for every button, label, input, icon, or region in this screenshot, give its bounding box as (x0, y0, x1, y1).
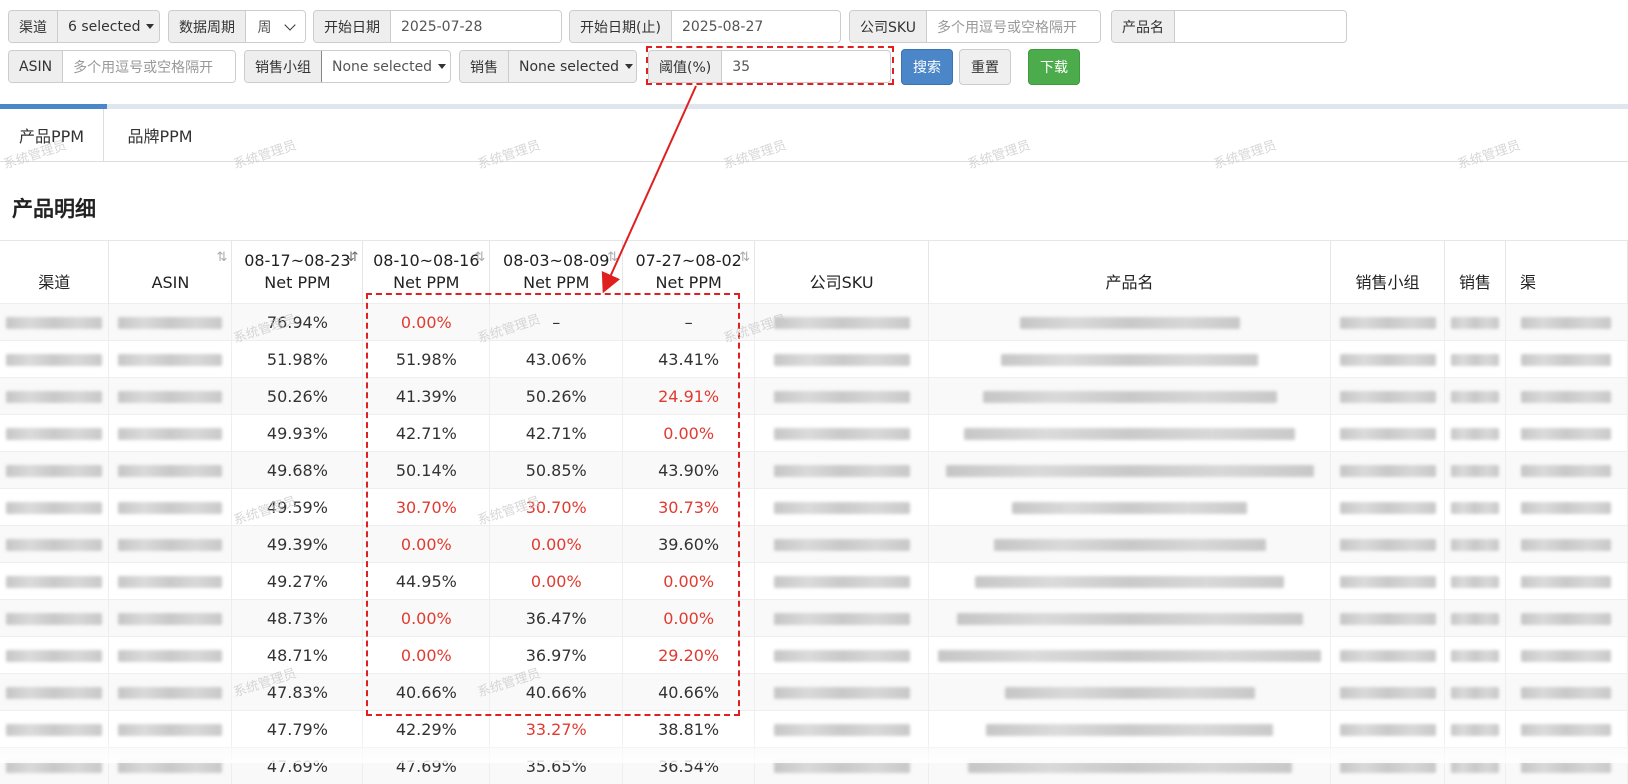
annotation-arrow (0, 0, 1628, 763)
